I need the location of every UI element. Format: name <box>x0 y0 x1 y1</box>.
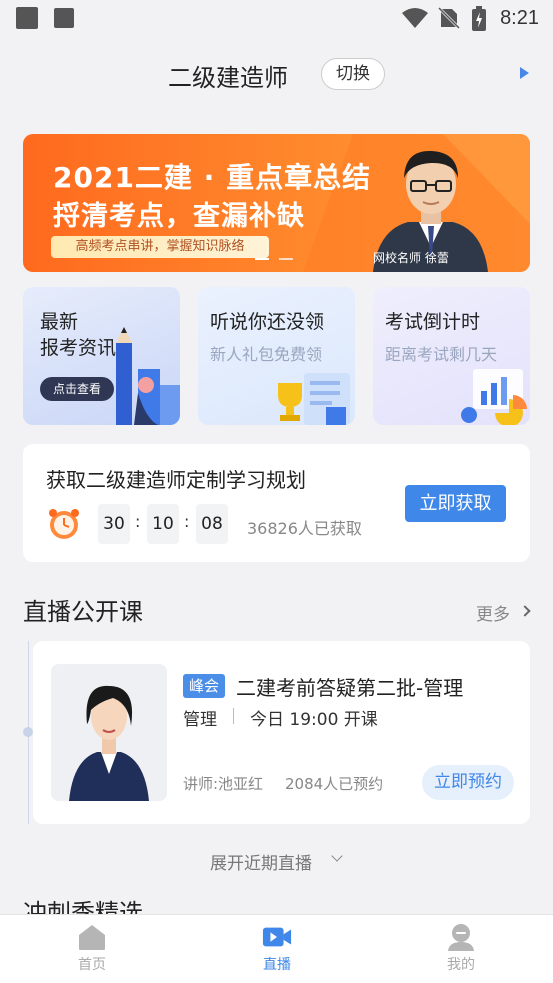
status-bar: 8:21 <box>0 0 553 38</box>
banner-subheadline: 捋清考点，查漏补缺 <box>53 201 305 232</box>
lecturer-name: 讲师:池亚红 <box>183 775 264 793</box>
nav-live[interactable]: 直播 <box>237 923 317 974</box>
notification-icon <box>16 7 38 29</box>
banner-headline: 2021二建 · 重点章总结 <box>53 161 372 194</box>
get-plan-button[interactable]: 立即获取 <box>405 485 506 522</box>
carousel-indicator <box>279 258 293 260</box>
trophy-illustration <box>278 373 350 425</box>
timeline-dot <box>23 727 33 737</box>
gift-card[interactable]: 听说你还没领 新人礼包免费领 <box>198 287 355 425</box>
nav-home[interactable]: 首页 <box>52 923 132 974</box>
course-subject: 管理 <box>183 710 217 730</box>
chevron-right-icon[interactable] <box>519 605 531 617</box>
switch-button[interactable]: 切换 <box>321 58 385 90</box>
view-button[interactable]: 点击查看 <box>40 377 114 401</box>
reserve-button[interactable]: 立即预约 <box>422 765 514 800</box>
wifi-icon <box>402 8 428 28</box>
status-time: 8:21 <box>500 7 539 29</box>
reserved-count: 2084人已预约 <box>285 775 384 793</box>
more-link[interactable]: 更多 <box>476 600 510 625</box>
header: 二级建造师 切换 <box>0 52 553 96</box>
countdown-hours: 30 <box>98 504 130 544</box>
countdown-separator: : <box>135 512 141 531</box>
plan-title: 获取二级建造师定制学习规划 <box>46 468 306 492</box>
home-icon <box>79 925 105 950</box>
lecturer-photo <box>51 664 167 801</box>
live-course-card[interactable]: 峰会 二建考前答疑第二批-管理 管理 今日 19:00 开课 讲师:池亚红 20… <box>33 641 530 824</box>
pencil-illustration <box>116 327 180 425</box>
user-icon <box>448 924 474 951</box>
notification-icon <box>54 8 74 28</box>
countdown-seconds: 08 <box>196 504 228 544</box>
nav-label: 直播 <box>263 957 291 973</box>
countdown-card[interactable]: 考试倒计时 距离考试剩几天 <box>373 287 530 425</box>
alarm-clock-icon <box>49 509 79 539</box>
expand-recent-live-link[interactable]: 展开近期直播 <box>210 849 312 874</box>
battery-icon <box>472 6 486 31</box>
page-title: 二级建造师 <box>168 64 288 92</box>
play-icon[interactable] <box>520 67 529 79</box>
nav-mine[interactable]: 我的 <box>421 923 501 974</box>
card-title: 最新 报考资讯 <box>40 311 117 359</box>
card-title: 考试倒计时 <box>385 311 481 333</box>
card-title: 听说你还没领 <box>210 311 325 333</box>
nav-label: 首页 <box>78 957 106 973</box>
countdown-minutes: 10 <box>147 504 179 544</box>
course-time: 今日 19:00 开课 <box>250 710 378 730</box>
section-title-live: 直播公开课 <box>23 598 143 626</box>
promo-banner[interactable]: 2021二建 · 重点章总结 捋清考点，查漏补缺 高频考点串讲，掌握知识脉络 网… <box>23 134 530 272</box>
video-camera-icon <box>262 927 292 947</box>
divider <box>233 708 234 724</box>
course-tag: 峰会 <box>183 674 226 698</box>
no-sim-icon <box>437 6 461 30</box>
bottom-nav: 首页 直播 我的 <box>0 914 553 983</box>
study-plan-card: 获取二级建造师定制学习规划 30 : 10 : 08 36826人已获取 立即获… <box>23 444 530 562</box>
news-card[interactable]: 最新 报考资讯 点击查看 <box>23 287 180 425</box>
banner-tag: 高频考点串讲，掌握知识脉络 <box>51 236 269 258</box>
teacher-label: 网校名师 徐蕾 <box>373 251 449 265</box>
course-title: 二建考前答疑第二批-管理 <box>236 676 464 700</box>
chart-illustration <box>461 369 527 425</box>
obtained-count: 36826人已获取 <box>247 519 362 538</box>
nav-label: 我的 <box>447 957 475 973</box>
chevron-down-icon[interactable] <box>331 850 343 862</box>
countdown-separator: : <box>184 512 190 531</box>
carousel-indicator <box>255 258 269 260</box>
